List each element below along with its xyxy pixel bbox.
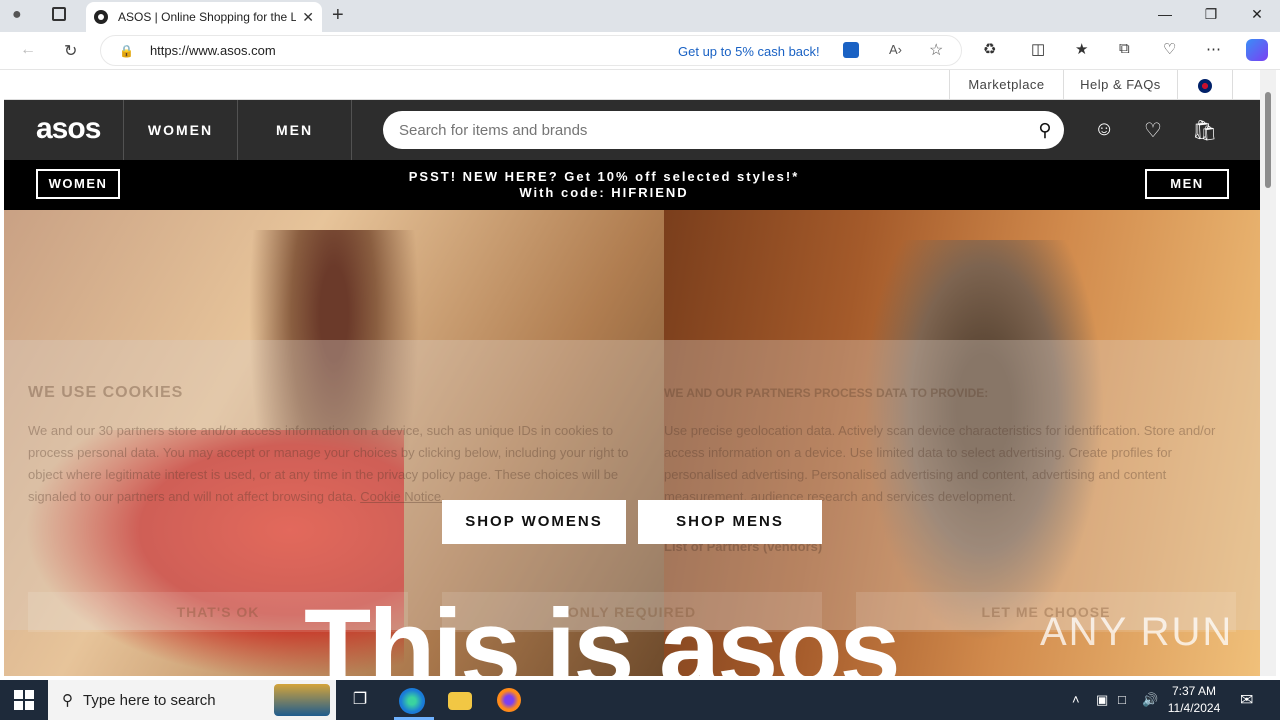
saved-items-heart-icon[interactable]: ♡ [1144,118,1162,143]
search-highlight-icon [274,684,330,716]
asos-favicon-icon [94,10,108,24]
partners-text: Use precise geolocation data. Actively s… [664,423,1216,504]
clock-time: 7:37 AM [1171,684,1217,698]
nav-men[interactable]: MEN [237,100,352,160]
taskbar-search[interactable]: ⚲ Type here to search [48,680,336,720]
shopping-badge-icon[interactable] [843,42,859,58]
search-input[interactable] [399,121,1026,139]
tab-actions-icon[interactable] [52,7,66,21]
more-menu-icon[interactable]: ⋯ [1206,40,1221,58]
back-icon[interactable]: ← [20,41,36,59]
browser-titlebar: ● ASOS | Online Shopping for the L ✕ + —… [0,0,1280,32]
web-page: Marketplace Help & FAQs asos WOMEN MEN ⚲… [4,70,1260,676]
shop-womens-button[interactable]: SHOP WOMENS [442,500,626,544]
anyrun-watermark: ANY RUN [1040,610,1234,654]
read-aloud-icon[interactable]: A› [889,42,902,57]
address-field[interactable]: 🔒 https://www.asos.com Get up to 5% cash… [100,35,962,66]
help-faqs-link[interactable]: Help & FAQs [1063,70,1177,100]
uk-flag-icon [1198,78,1212,93]
window-close-icon[interactable]: ✕ [1234,6,1280,23]
tab-close-icon[interactable]: ✕ [302,9,314,26]
scroll-thumb[interactable] [1265,92,1271,188]
search-icon[interactable]: ⚲ [1026,120,1064,141]
refresh-icon[interactable]: ↻ [64,41,77,61]
favorite-star-icon[interactable]: ☆ [929,40,943,60]
promo-women-button[interactable]: WOMEN [36,169,120,199]
lock-icon: 🔒 [119,43,134,58]
notifications-icon[interactable]: ✉ [1240,690,1253,710]
taskbar-search-placeholder: Type here to search [83,691,216,709]
restore-icon[interactable]: ❐ [1188,6,1234,23]
taskbar-clock[interactable]: 7:37 AM 11/4/2024 [1166,683,1222,717]
copilot-icon[interactable] [1246,39,1268,61]
shop-mens-button[interactable]: SHOP MENS [638,500,822,544]
utility-bar: Marketplace Help & FAQs [4,70,1260,100]
file-explorer-icon[interactable] [448,692,472,710]
extensions-icon[interactable]: ♻ [983,40,996,58]
minimize-icon[interactable]: — [1142,6,1188,22]
page-scrollbar[interactable] [1260,70,1276,676]
network-icon[interactable]: □ [1118,692,1126,707]
cashback-offer[interactable]: Get up to 5% cash back! [678,44,820,59]
promo-line-1: PSST! NEW HERE? Get 10% off selected sty… [408,169,800,184]
browser-toolbar: ← ↻ 🔒 https://www.asos.com Get up to 5% … [0,32,1280,70]
favorites-icon[interactable]: ★ [1075,40,1088,58]
task-view-icon[interactable]: ❐ [348,688,372,712]
windows-start-icon[interactable] [14,690,34,710]
hero-banner: WE USE COOKIES We and our 30 partners st… [4,210,1260,676]
meet-now-icon[interactable]: ▣ [1096,692,1108,708]
nav-women[interactable]: WOMEN [123,100,237,160]
promo-men-button[interactable]: MEN [1145,169,1229,199]
tray-overflow-icon[interactable]: ˄ [1072,692,1080,707]
new-tab-icon[interactable]: + [332,4,344,27]
split-screen-icon[interactable]: ◫ [1031,40,1045,58]
cookie-heading: WE USE COOKIES [28,384,184,401]
clock-date: 11/4/2024 [1167,701,1221,715]
profile-icon[interactable]: ● [12,6,22,24]
cookie-text: We and our 30 partners store and/or acce… [28,423,629,504]
promo-line-2: With code: HIFRIEND [519,185,689,200]
promo-banner: WOMEN PSST! NEW HERE? Get 10% off select… [4,160,1260,210]
performance-icon[interactable]: ♡ [1163,40,1176,58]
hero-headline: This is asos [304,587,901,676]
promo-message: PSST! NEW HERE? Get 10% off selected sty… [334,169,874,201]
taskbar-search-icon: ⚲ [62,692,73,709]
tab-title: ASOS | Online Shopping for the L [118,10,297,24]
country-selector[interactable] [1177,70,1233,100]
partners-heading: WE AND OUR PARTNERS PROCESS DATA TO PROV… [664,386,989,400]
cookie-notice-link[interactable]: Cookie Notice. [360,489,445,504]
url-text: https://www.asos.com [149,43,276,58]
browser-tab[interactable]: ASOS | Online Shopping for the L ✕ [86,2,322,32]
windows-taskbar: ⚲ Type here to search ❐ ˄ ▣ □ 🔊 7:37 AM … [0,680,1280,720]
asos-logo[interactable]: asos [36,112,101,146]
account-icon[interactable]: ☺ [1094,118,1114,141]
main-header: asos WOMEN MEN ⚲ ☺ ♡ 🛍 [4,100,1260,160]
volume-icon[interactable]: 🔊 [1142,692,1158,708]
marketplace-link[interactable]: Marketplace [949,70,1063,100]
bag-icon[interactable]: 🛍 [1192,118,1217,143]
edge-taskbar-icon[interactable] [399,688,425,714]
collections-icon[interactable]: ⧉ [1119,40,1130,57]
search-bar: ⚲ [383,111,1064,149]
firefox-icon[interactable] [497,688,521,712]
